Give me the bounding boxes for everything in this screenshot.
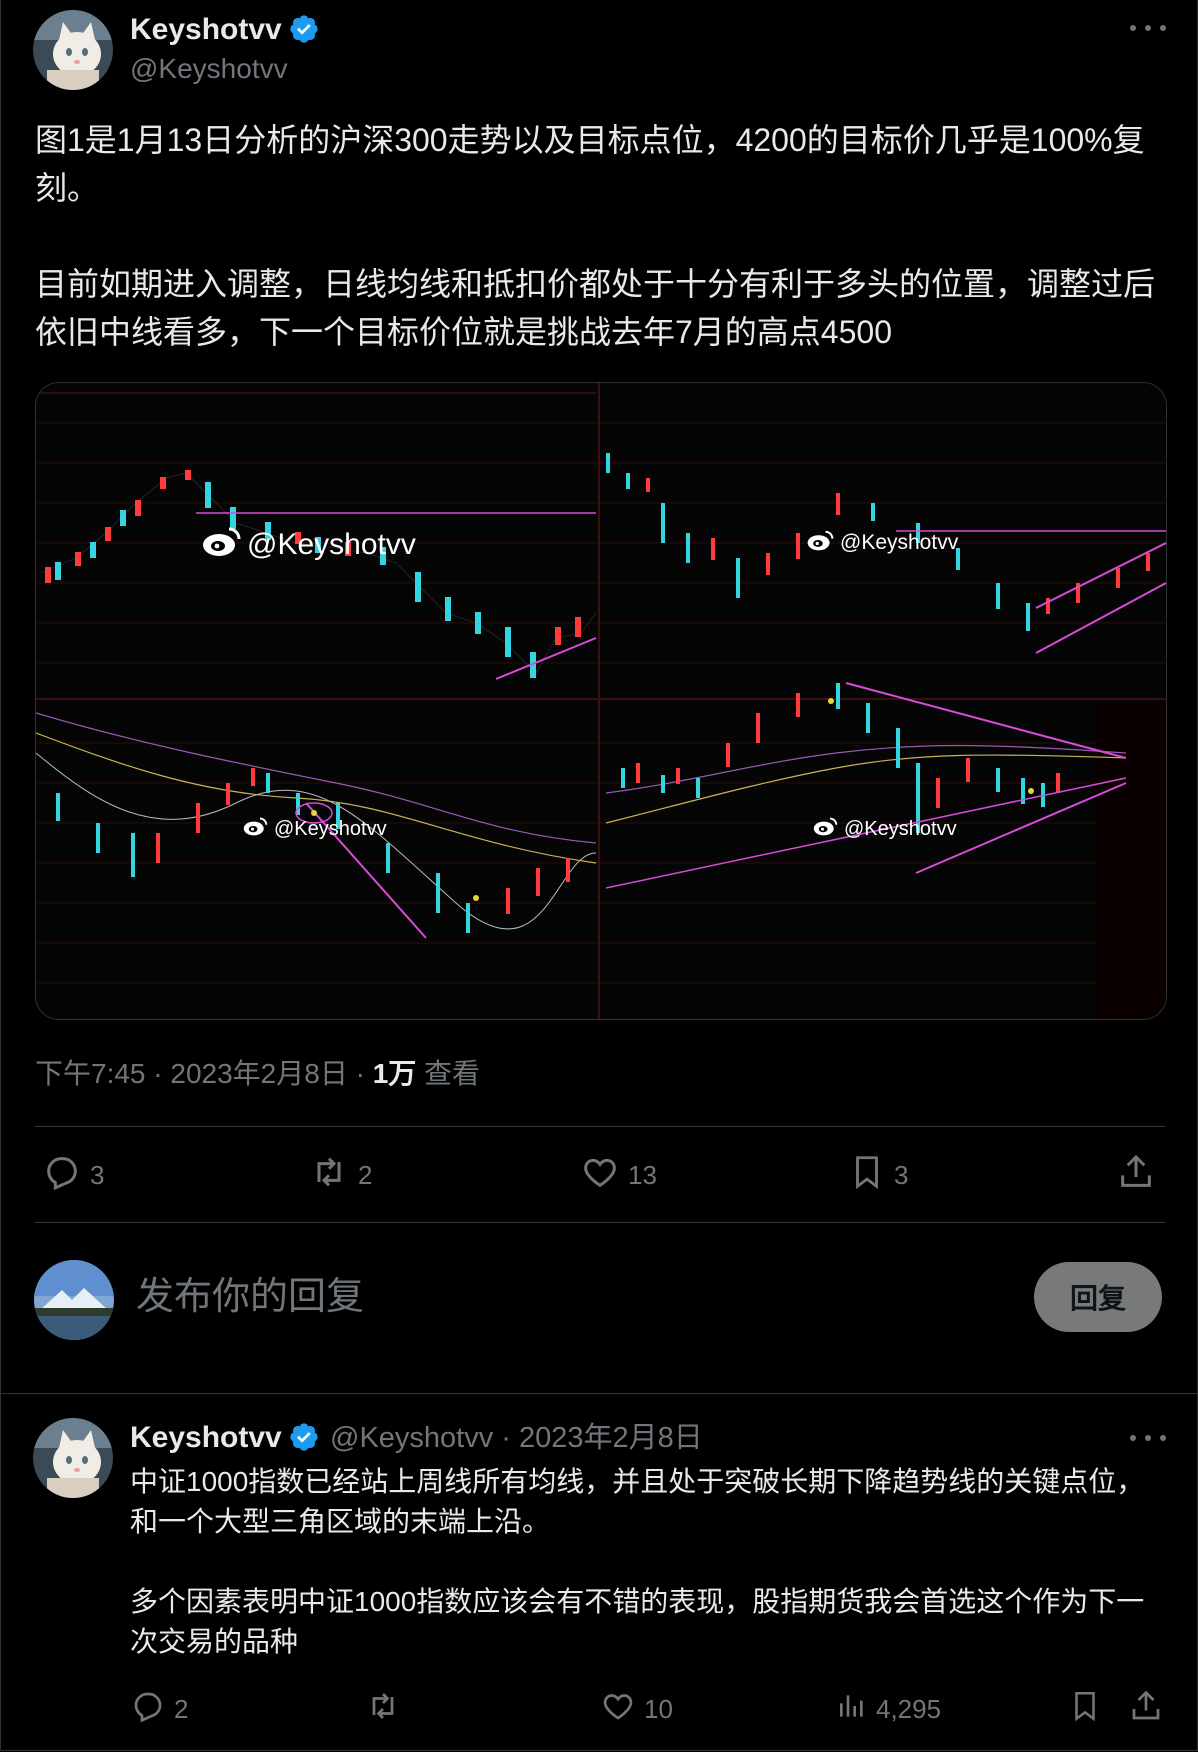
verified-badge-icon [288,13,320,50]
reply-input[interactable]: 发布你的回复 [136,1272,896,1322]
heart-icon [580,1152,620,1199]
bookmark-count: 3 [894,1160,909,1190]
user-avatar[interactable] [34,1260,114,1340]
retweet-icon [308,1152,350,1199]
divider [0,1393,1198,1394]
reply-retweet-action[interactable] [364,1688,402,1731]
reply-author-name[interactable]: Keyshotvv [130,1420,282,1456]
reply-share-action[interactable] [1128,1688,1164,1731]
share-action[interactable] [1116,1152,1156,1199]
reply-action[interactable]: 3 [42,1152,104,1199]
author-name[interactable]: Keyshotvv [130,12,282,48]
reply-count: 3 [90,1160,105,1190]
weibo-logo-icon [242,816,268,842]
weibo-logo-icon [806,529,834,557]
more-options-icon[interactable] [1130,1426,1166,1450]
view-count-label: 查看 [416,1058,481,1089]
like-action[interactable]: 13 [580,1152,657,1199]
analytics-icon [836,1688,868,1731]
retweet-icon [364,1688,402,1731]
share-icon [1116,1152,1156,1199]
more-options-icon[interactable] [1130,16,1166,40]
divider [35,1126,1165,1127]
heart-icon [600,1688,636,1731]
bookmark-icon [848,1152,886,1199]
view-count: 4,295 [876,1694,942,1724]
reply-text-paragraph-2: 多个因素表明中证1000指数应该会有不错的表现，股指期货我会首选这个作为下一次交… [130,1586,1145,1657]
reply-views-action[interactable]: 4,295 [836,1688,941,1731]
verified-badge-icon [288,1421,320,1458]
retweet-count: 2 [358,1160,373,1190]
divider [35,1222,1165,1223]
bookmark-icon [1068,1688,1102,1731]
tweet-text: 图1是1月13日分析的沪深300走势以及目标点位，4200的目标价几乎是100%… [35,122,1156,350]
image-watermark: @Keyshotvv [812,816,957,842]
reply-icon [130,1688,166,1731]
author-avatar[interactable] [33,10,113,90]
reply-count: 2 [174,1694,189,1724]
image-watermark: @Keyshotvv [201,525,416,565]
reply-bookmark-action[interactable] [1068,1688,1102,1731]
like-count: 10 [644,1694,673,1724]
reply-reply-action[interactable]: 2 [130,1688,188,1731]
image-watermark: @Keyshotvv [242,816,387,842]
reply-button[interactable]: 回复 [1034,1262,1162,1332]
tweet-meta: 下午7:45 · 2023年2月8日 · 1万 查看 [35,1056,480,1092]
reply-meta[interactable]: @Keyshotvv · 2023年2月8日 [330,1420,703,1456]
retweet-action[interactable]: 2 [308,1152,372,1199]
weibo-logo-icon [812,816,838,842]
like-count: 13 [628,1160,657,1190]
chart-image-svg [36,383,1166,1019]
reply-author-avatar[interactable] [33,1418,113,1498]
share-icon [1128,1688,1164,1731]
tweet-timestamp[interactable]: 下午7:45 · 2023年2月8日 · [35,1058,373,1089]
reply-icon [42,1152,82,1199]
weibo-logo-icon [201,525,241,565]
reply-text-paragraph-1: 中证1000指数已经站上周线所有均线，并且处于突破长期下降趋势线的关键点位，和一… [130,1466,1145,1537]
author-handle[interactable]: @Keyshotvv [130,52,288,86]
bookmark-action[interactable]: 3 [848,1152,908,1199]
reply-like-action[interactable]: 10 [600,1688,673,1731]
view-count: 1万 [372,1058,417,1089]
image-watermark: @Keyshotvv [806,529,958,557]
tweet-image[interactable]: @Keyshotvv @Keyshotvv @Keyshotvv @Keysho… [35,382,1167,1020]
